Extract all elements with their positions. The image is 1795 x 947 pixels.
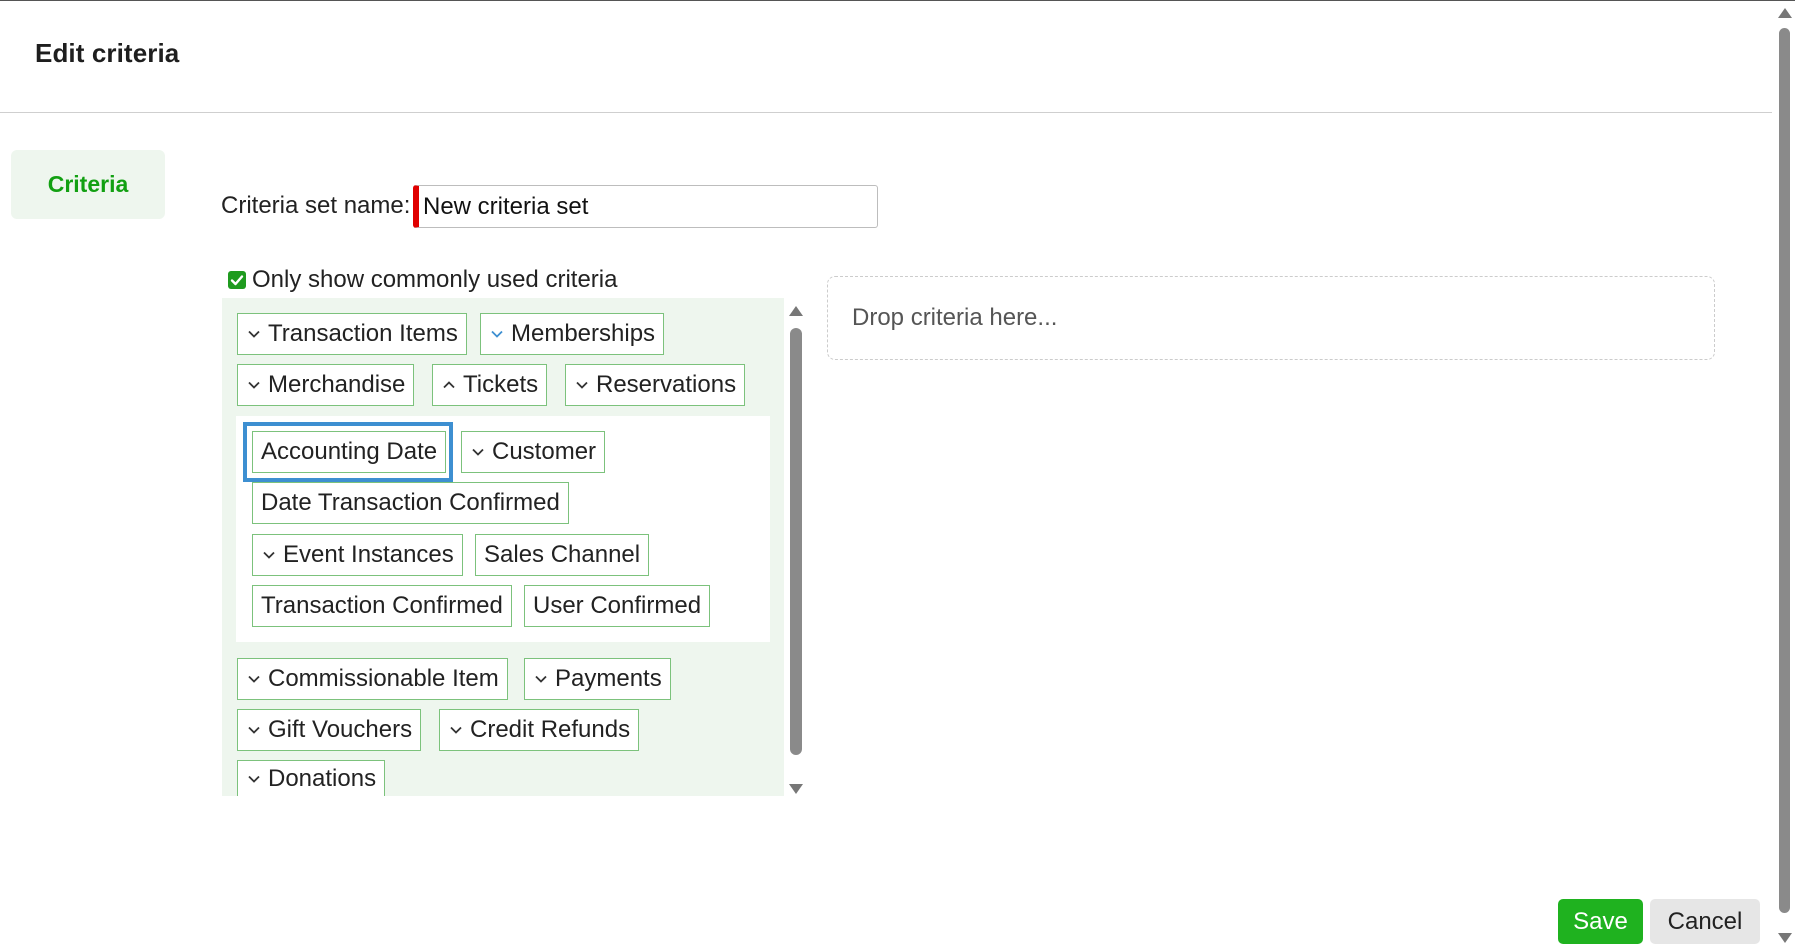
criteria-group-donations[interactable]: Donations [237,760,386,796]
chevron-down-icon [574,377,590,393]
scrollbar-thumb[interactable] [1779,28,1790,913]
criteria-item-label: Date Transaction Confirmed [261,489,560,516]
checkmark-icon [230,275,244,286]
common-criteria-toggle[interactable]: Only show commonly used criteria [228,266,617,294]
criteria-group-label: Event Instances [283,541,454,568]
chevron-down-icon [246,722,262,738]
chevron-down-icon [246,671,262,687]
criteria-group-label: Commissionable Item [268,665,499,692]
header-divider [0,112,1772,113]
criteria-group-credit-refunds[interactable]: Credit Refunds [439,709,640,751]
criteria-item-transaction-confirmed[interactable]: Transaction Confirmed [252,585,512,627]
chevron-down-icon [246,326,262,342]
criteria-group-event-instances[interactable]: Event Instances [252,534,463,576]
chevron-down-icon [470,444,486,460]
dialog-title: Edit criteria [35,38,180,68]
criteria-group-transaction-items[interactable]: Transaction Items [237,313,467,355]
page-scrollbar[interactable] [1774,0,1795,947]
chevron-down-icon [533,671,549,687]
scroll-up-arrow-icon[interactable] [789,306,803,316]
criteria-group-commissionable-item[interactable]: Commissionable Item [237,658,508,700]
chevron-down-icon [489,326,505,342]
chevron-down-icon [261,547,277,563]
criteria-group-label: Tickets [463,371,539,398]
criteria-tree-scrollbar[interactable] [785,298,807,796]
criteria-item-label: Sales Channel [484,541,641,568]
criteria-group-label: Donations [268,764,377,792]
criteria-set-name-label: Criteria set name: [221,192,411,219]
criteria-group-merchandise[interactable]: Merchandise [237,364,415,406]
tab-criteria[interactable]: Criteria [11,150,165,219]
chevron-down-icon [448,722,464,738]
criteria-item-sales-channel[interactable]: Sales Channel [475,534,650,576]
criteria-group-reservations[interactable]: Reservations [565,364,746,406]
criteria-group-label: Credit Refunds [470,716,631,743]
scroll-down-arrow-icon[interactable] [789,784,803,794]
criteria-group-label: Memberships [511,320,656,347]
criteria-group-customer[interactable]: Customer [461,431,606,473]
chevron-down-icon [246,771,262,787]
criteria-group-label: Merchandise [268,371,406,398]
criteria-group-label: Customer [492,438,597,465]
cancel-button[interactable]: Cancel [1650,899,1760,944]
criteria-item-accounting-date[interactable]: Accounting Date [252,431,447,473]
criteria-item-label: User Confirmed [533,592,702,619]
criteria-item-date-transaction-confirmed[interactable]: Date Transaction Confirmed [252,482,569,524]
scroll-up-arrow-icon[interactable] [1778,8,1792,18]
criteria-group-gift-vouchers[interactable]: Gift Vouchers [237,709,422,751]
scroll-down-arrow-icon[interactable] [1778,933,1792,943]
save-button[interactable]: Save [1558,899,1643,944]
criteria-item-user-confirmed[interactable]: User Confirmed [524,585,711,627]
common-criteria-checkbox[interactable] [228,271,246,289]
chevron-down-icon [246,377,262,393]
common-criteria-label: Only show commonly used criteria [252,266,618,293]
criteria-group-label: Reservations [596,371,737,398]
chevron-up-icon [441,377,457,393]
criteria-group-tickets[interactable]: Tickets [432,364,548,406]
criteria-group-payments[interactable]: Payments [524,658,671,700]
criteria-group-label: Payments [555,665,662,692]
criteria-set-name-input[interactable] [413,185,878,228]
criteria-drop-zone[interactable]: Drop criteria here... [827,276,1715,360]
window-top-border [0,0,1795,1]
criteria-item-label: Accounting Date [261,438,438,465]
criteria-group-label: Transaction Items [268,320,458,347]
scrollbar-thumb[interactable] [790,328,802,755]
criteria-item-label: Transaction Confirmed [261,592,503,619]
drop-zone-placeholder: Drop criteria here... [852,304,1058,331]
criteria-group-label: Gift Vouchers [268,716,413,743]
criteria-group-memberships[interactable]: Memberships [480,313,665,355]
